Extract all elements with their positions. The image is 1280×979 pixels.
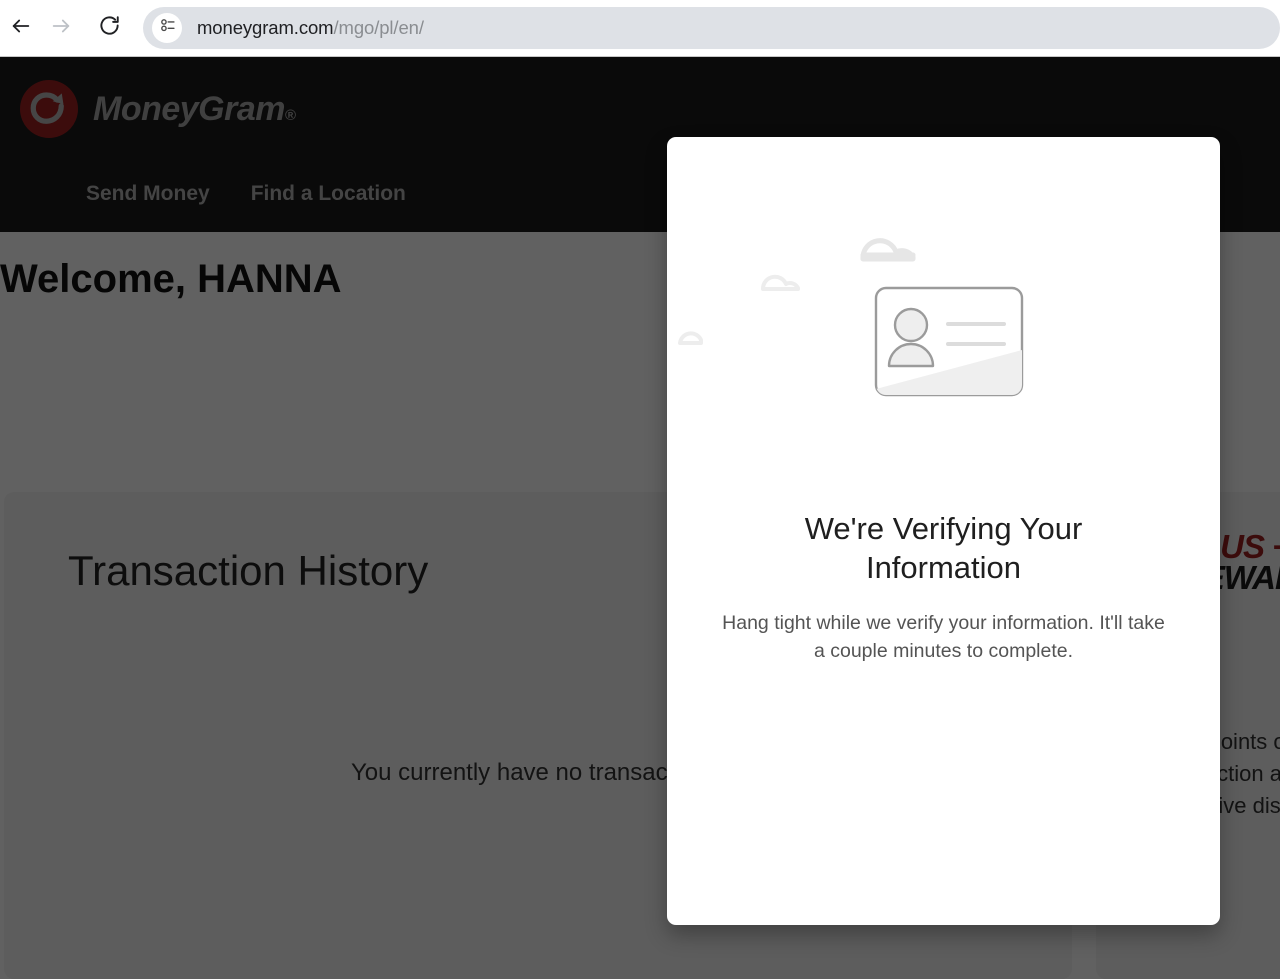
verification-modal: We're Verifying Your Information Hang ti… bbox=[667, 137, 1220, 925]
modal-subtitle: Hang tight while we verify your informat… bbox=[722, 612, 1165, 663]
url-host: moneygram.com bbox=[197, 17, 334, 38]
browser-toolbar: moneygram.com/mgo/pl/en/ bbox=[0, 0, 1280, 57]
back-button[interactable] bbox=[4, 11, 38, 45]
site-info-button[interactable] bbox=[152, 13, 182, 43]
forward-button[interactable] bbox=[44, 11, 78, 45]
arrow-right-icon bbox=[50, 15, 72, 42]
url-path: /mgo/pl/en/ bbox=[333, 17, 424, 38]
modal-title: We're Verifying Your Information bbox=[804, 511, 1083, 586]
url-text: moneygram.com/mgo/pl/en/ bbox=[197, 17, 424, 39]
reload-button[interactable] bbox=[92, 11, 126, 45]
arrow-left-icon bbox=[10, 15, 32, 42]
address-bar[interactable]: moneygram.com/mgo/pl/en/ bbox=[143, 7, 1280, 49]
reload-icon bbox=[98, 14, 121, 42]
site-settings-tune-icon bbox=[159, 17, 176, 39]
id-card-with-clouds-illustration bbox=[667, 137, 1220, 467]
